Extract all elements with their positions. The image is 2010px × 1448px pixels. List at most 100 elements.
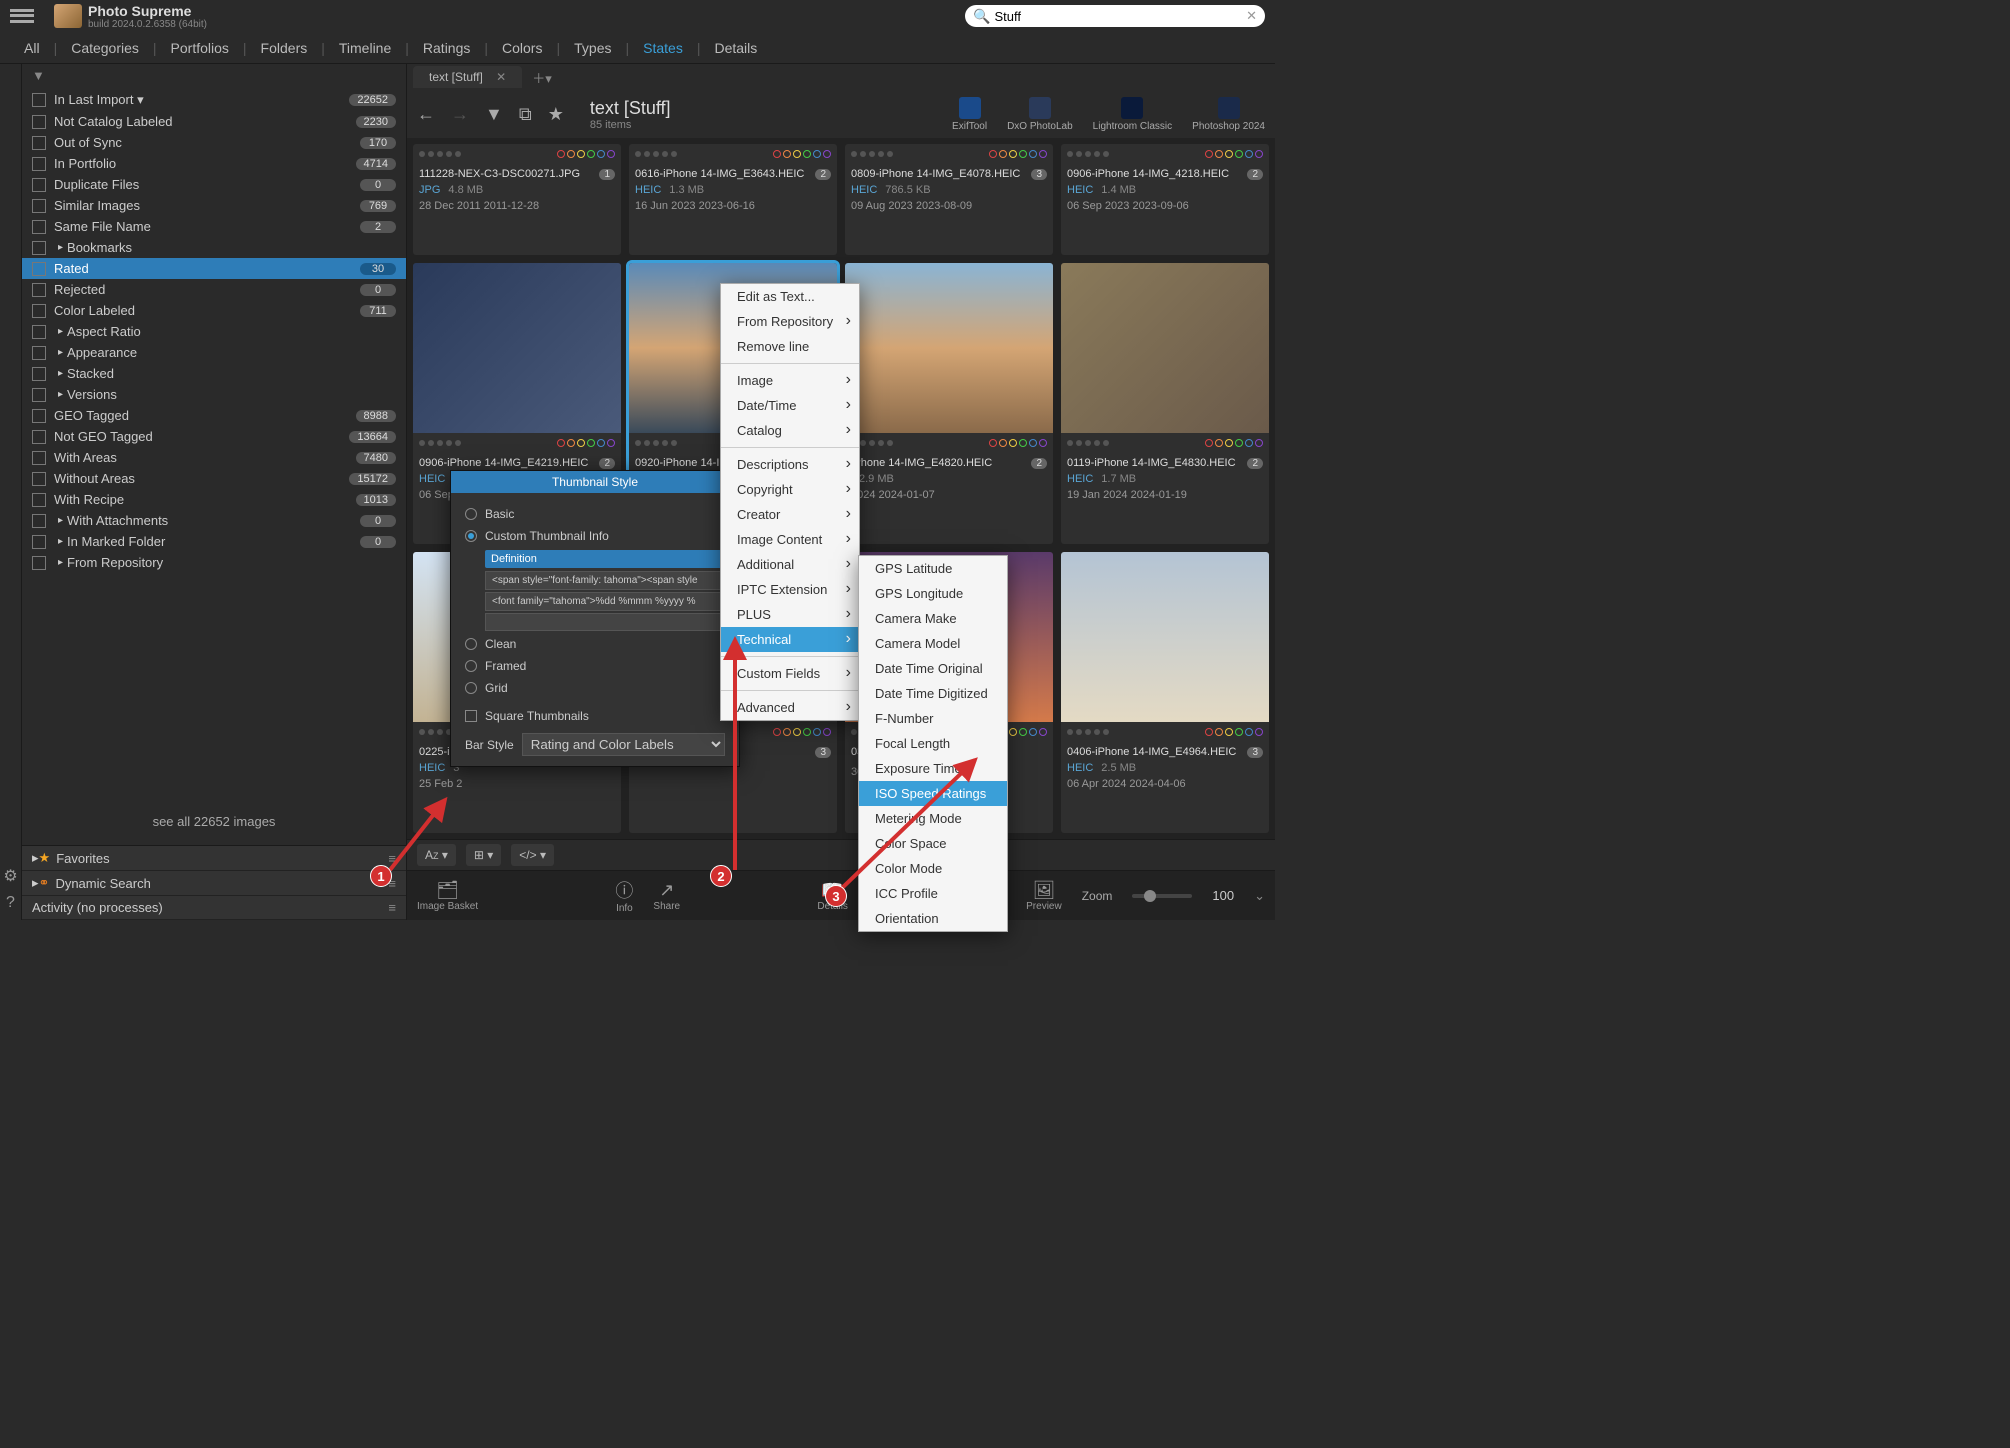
sidebar-item[interactable]: In Portfolio4714: [22, 153, 406, 174]
tab-colors[interactable]: Colors: [488, 34, 556, 62]
layout-button[interactable]: ⊞ ▾: [466, 844, 501, 866]
dynamic-search-row[interactable]: ▸ ⚭ Dynamic Search ≡: [22, 871, 406, 896]
tab-types[interactable]: Types: [560, 34, 625, 62]
color-dot[interactable]: [1255, 439, 1263, 447]
color-dot[interactable]: [1235, 150, 1243, 158]
checkbox-icon[interactable]: [32, 136, 46, 150]
checkbox-icon[interactable]: [32, 535, 46, 549]
rating-dot[interactable]: [887, 151, 893, 157]
menu-item[interactable]: Advanced: [721, 695, 859, 720]
menu-item[interactable]: Exposure Time: [859, 756, 1007, 781]
color-dot[interactable]: [813, 150, 821, 158]
ext-app-lightroom-classic[interactable]: Lightroom Classic: [1093, 97, 1172, 132]
color-dot[interactable]: [999, 150, 1007, 158]
rating-dot[interactable]: [851, 729, 857, 735]
color-dot[interactable]: [793, 150, 801, 158]
ext-app-photoshop-2024[interactable]: Photoshop 2024: [1192, 97, 1265, 132]
rating-dot[interactable]: [419, 151, 425, 157]
rating-dot[interactable]: [635, 151, 641, 157]
menu-item[interactable]: ICC Profile: [859, 881, 1007, 906]
definition-field[interactable]: Definition: [485, 550, 725, 568]
ext-app-exiftool[interactable]: ExifTool: [952, 97, 987, 132]
menu-item[interactable]: Focal Length: [859, 731, 1007, 756]
sidebar-item[interactable]: Not GEO Tagged13664: [22, 426, 406, 447]
rating-dot[interactable]: [419, 729, 425, 735]
rating-dot[interactable]: [437, 440, 443, 446]
sidebar-item[interactable]: Rated30: [22, 258, 406, 279]
rating-dot[interactable]: [635, 440, 641, 446]
color-dot[interactable]: [793, 728, 801, 736]
checkbox-icon[interactable]: [32, 388, 46, 402]
expand-icon[interactable]: ▸: [58, 242, 63, 253]
color-dot[interactable]: [1039, 728, 1047, 736]
color-dot[interactable]: [577, 150, 585, 158]
star-icon[interactable]: ★: [548, 104, 564, 125]
expand-icon[interactable]: ▸: [58, 347, 63, 358]
menu-item[interactable]: Image Content: [721, 527, 859, 552]
expand-icon[interactable]: ▸: [58, 536, 63, 547]
tab-timeline[interactable]: Timeline: [325, 34, 405, 62]
checkbox-icon[interactable]: [32, 157, 46, 171]
checkbox-icon[interactable]: [32, 346, 46, 360]
color-dot[interactable]: [803, 728, 811, 736]
menu-item[interactable]: F-Number: [859, 706, 1007, 731]
color-dot[interactable]: [1245, 728, 1253, 736]
color-dot[interactable]: [1019, 150, 1027, 158]
color-dot[interactable]: [1235, 439, 1243, 447]
rating-dot[interactable]: [455, 151, 461, 157]
rating-dot[interactable]: [446, 440, 452, 446]
color-dot[interactable]: [1215, 728, 1223, 736]
expand-icon[interactable]: ▸: [58, 389, 63, 400]
menu-item[interactable]: Technical: [721, 627, 859, 652]
color-dot[interactable]: [597, 150, 605, 158]
color-dot[interactable]: [1009, 439, 1017, 447]
sidebar-item[interactable]: GEO Tagged8988: [22, 405, 406, 426]
rating-dot[interactable]: [428, 729, 434, 735]
tab-states[interactable]: States: [629, 34, 697, 62]
thumbnail-card[interactable]: iPhone 14-IMG_E4820.HEIC22.9 MB2024 2024…: [845, 263, 1053, 544]
checkbox-icon[interactable]: [32, 514, 46, 528]
tab-categories[interactable]: Categories: [57, 34, 153, 62]
rating-dot[interactable]: [437, 151, 443, 157]
rating-dot[interactable]: [662, 440, 668, 446]
sidebar-item[interactable]: ▸From Repository: [22, 552, 406, 573]
tab-ratings[interactable]: Ratings: [409, 34, 484, 62]
color-dot[interactable]: [999, 439, 1007, 447]
menu-item[interactable]: PLUS: [721, 602, 859, 627]
sidebar-item[interactable]: Not Catalog Labeled2230: [22, 111, 406, 132]
color-dot[interactable]: [1029, 439, 1037, 447]
menu-item[interactable]: GPS Latitude: [859, 556, 1007, 581]
color-dot[interactable]: [1205, 150, 1213, 158]
color-dot[interactable]: [1255, 150, 1263, 158]
add-tab-icon[interactable]: ＋▾: [532, 68, 552, 87]
image-basket-button[interactable]: 🗂Image Basket: [417, 880, 478, 912]
rating-dot[interactable]: [446, 151, 452, 157]
rating-dot[interactable]: [1085, 440, 1091, 446]
menu-item[interactable]: Date Time Digitized: [859, 681, 1007, 706]
menu-item[interactable]: From Repository: [721, 309, 859, 334]
zoom-dropdown-icon[interactable]: ⌄: [1254, 888, 1265, 904]
color-dot[interactable]: [813, 728, 821, 736]
template-line-3[interactable]: [485, 613, 725, 631]
expand-icon[interactable]: ▸: [58, 557, 63, 568]
thumbnail-card[interactable]: 111228-NEX-C3-DSC00271.JPG1JPG4.8 MB28 D…: [413, 144, 621, 255]
menu-item[interactable]: Camera Make: [859, 606, 1007, 631]
thumbnail-card[interactable]: 0906-iPhone 14-IMG_4218.HEIC2HEIC1.4 MB0…: [1061, 144, 1269, 255]
rating-dot[interactable]: [1103, 729, 1109, 735]
menu-item[interactable]: Descriptions: [721, 452, 859, 477]
sidebar-item[interactable]: Same File Name2: [22, 216, 406, 237]
thumbnail-card[interactable]: 0119-iPhone 14-IMG_E4830.HEIC2HEIC1.7 MB…: [1061, 263, 1269, 544]
color-dot[interactable]: [1245, 150, 1253, 158]
preview-button[interactable]: 🖼Preview: [1026, 880, 1062, 912]
sidebar-item[interactable]: With Recipe1013: [22, 489, 406, 510]
color-dot[interactable]: [989, 439, 997, 447]
checkbox-icon[interactable]: [32, 367, 46, 381]
radio-framed[interactable]: Framed: [465, 655, 725, 677]
menu-item[interactable]: IPTC Extension: [721, 577, 859, 602]
color-dot[interactable]: [1029, 728, 1037, 736]
rating-dot[interactable]: [1076, 729, 1082, 735]
rating-dot[interactable]: [1067, 440, 1073, 446]
radio-grid[interactable]: Grid: [465, 677, 725, 699]
color-dot[interactable]: [1009, 728, 1017, 736]
menu-item[interactable]: Image: [721, 368, 859, 393]
